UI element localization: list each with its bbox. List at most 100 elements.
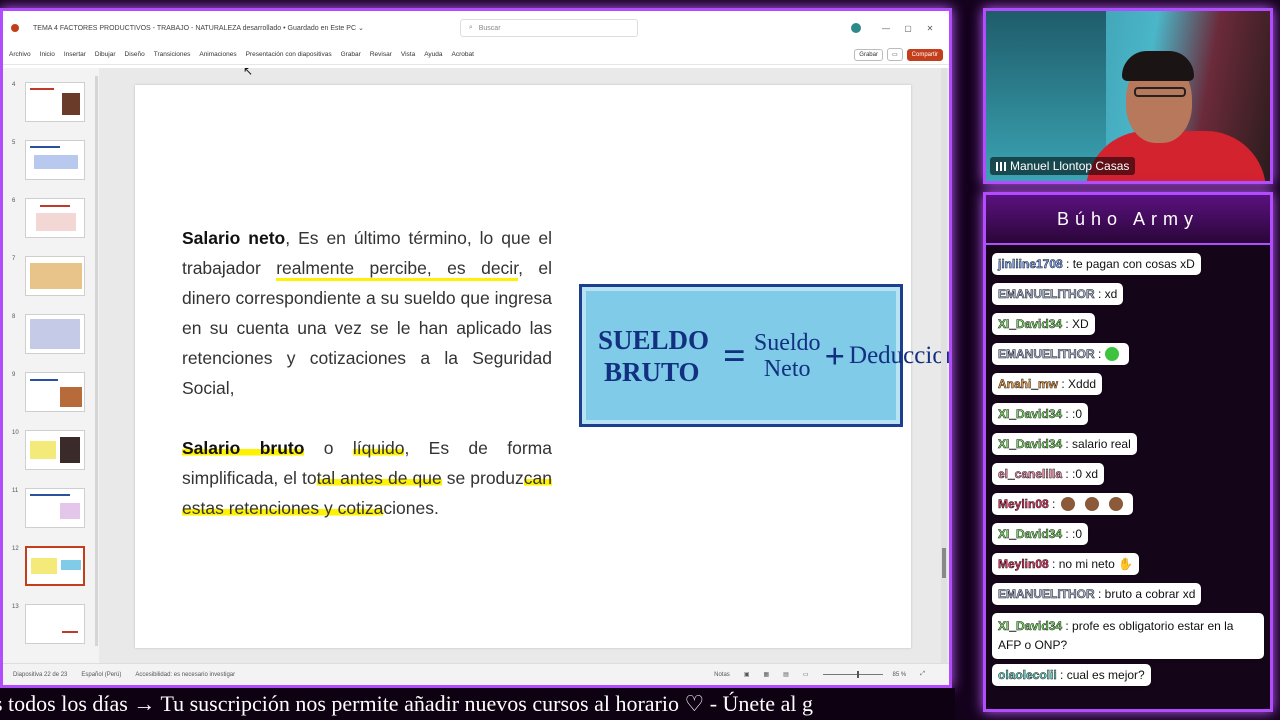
thumbnail-row[interactable]: 9 (9, 372, 89, 418)
chat-username: Meylin08 (998, 497, 1049, 512)
chat-text: : :0 xd (1062, 467, 1099, 481)
tab-ayuda[interactable]: Ayuda (424, 51, 442, 58)
chat-title: Búho Army (986, 195, 1270, 245)
slideshow-icon[interactable]: ▭ (803, 671, 809, 678)
current-slide[interactable]: Salario neto, Es en último término, lo q… (135, 85, 949, 648)
chat-text: : :0 (1062, 407, 1083, 421)
chat-text: : (1094, 347, 1102, 361)
chat-message: XI_David34 : :0 (992, 523, 1089, 545)
slide-thumbnails-pane: 4 5 6 7 8 9 10 11 12 13 (3, 68, 99, 663)
thumbnail-row[interactable]: 6 (9, 198, 89, 244)
thumbnail-row[interactable]: 11 (9, 488, 89, 534)
chat-message: olaolecolii : cual es mejor? (992, 664, 1151, 686)
presenter-name: Manuel Llontop Casas (1010, 159, 1130, 173)
tab-transiciones[interactable]: Transiciones (154, 51, 191, 58)
ticker-text: s todos los días → Tu suscripción nos pe… (0, 691, 813, 716)
highlighted-text: líquido (352, 438, 405, 458)
chat-message: XI_David34 : XD (992, 313, 1095, 335)
maximize-icon[interactable]: ▢ (897, 24, 919, 33)
tab-diseno[interactable]: Diseño (125, 51, 145, 58)
comments-icon[interactable]: ▭ (886, 48, 903, 61)
thumbnails-scrollbar[interactable] (95, 76, 98, 646)
tab-insertar[interactable]: Insertar (64, 51, 86, 58)
tab-vista[interactable]: Vista (401, 51, 415, 58)
tab-acrobat[interactable]: Acrobat (452, 51, 474, 58)
presenter-hair (1122, 51, 1194, 81)
thumbnail-row[interactable]: 4 (9, 82, 89, 128)
share-button[interactable]: Compartir (906, 48, 943, 61)
slide-thumbnail[interactable] (25, 198, 85, 238)
formula-middle-term: Sueldo Neto (754, 330, 821, 382)
formula-sueldo-mid: Sueldo (753, 329, 821, 356)
editor-scrollbar[interactable] (941, 68, 947, 663)
slide-counter: Diapositiva 22 de 23 (13, 671, 68, 678)
chat-message: EMANUELITHOR : bruto a cobrar xd (992, 583, 1202, 605)
reading-view-icon[interactable]: ▤ (783, 671, 789, 678)
search-box[interactable]: ⌕ Buscar (459, 19, 638, 37)
minimize-icon[interactable]: — (875, 24, 897, 33)
slide-sorter-icon[interactable]: ▦ (763, 671, 769, 678)
slide-thumbnail[interactable] (25, 372, 85, 412)
tab-inicio[interactable]: Inicio (40, 51, 55, 58)
thumbnail-number: 10 (12, 430, 19, 436)
slide-thumbnail[interactable] (25, 430, 85, 470)
account-avatar[interactable] (851, 23, 861, 33)
tab-dibujar[interactable]: Dibujar (95, 51, 116, 58)
tab-revisar[interactable]: Revisar (370, 51, 392, 58)
chat-text: : no mi neto (1048, 557, 1115, 571)
language-indicator[interactable]: Español (Perú) (81, 672, 121, 678)
tab-grabar[interactable]: Grabar (341, 51, 361, 58)
tab-animaciones[interactable]: Animaciones (199, 51, 236, 58)
record-button[interactable]: Grabar (854, 48, 883, 61)
fit-slide-icon[interactable]: ⤢ (920, 671, 925, 678)
slide-thumbnail[interactable] (25, 604, 85, 644)
tab-archivo[interactable]: Archivo (9, 51, 31, 58)
zoom-level[interactable]: 85 % (893, 672, 907, 678)
text-run: ciones. (383, 498, 439, 518)
slide-thumbnail-selected[interactable] (25, 546, 85, 586)
chat-message: jinliine1708 : te pagan con cosas xD (992, 253, 1201, 275)
chat-username: EMANUELITHOR (998, 587, 1095, 602)
powerpoint-window: TEMA 4 FACTORES PRODUCTIVOS - TRABAJO - … (0, 8, 952, 688)
screen: TEMA 4 FACTORES PRODUCTIVOS - TRABAJO - … (0, 0, 1280, 720)
chat-username: XI_David34 (998, 407, 1063, 422)
slide-thumbnail[interactable] (25, 256, 85, 296)
news-ticker: s todos los días → Tu suscripción nos pe… (0, 688, 955, 720)
thumbnail-row[interactable]: 13 (9, 604, 89, 650)
chat-username: XI_David34 (998, 619, 1063, 634)
search-icon: ⌕ (468, 24, 473, 31)
thumbnail-row[interactable]: 10 (9, 430, 89, 476)
thumbnail-number: 5 (12, 140, 16, 146)
chat-username: XI_David34 (998, 317, 1063, 332)
thumbnail-row[interactable]: 12 (9, 546, 89, 592)
slide-thumbnail[interactable] (25, 82, 85, 122)
scrollbar-thumb[interactable] (942, 548, 946, 578)
formula-plus: + (824, 335, 846, 376)
green-emoji-icon (1105, 347, 1120, 361)
notes-button[interactable]: Notas (714, 672, 730, 678)
chat-message: XI_David34 : profe es obligatorio estar … (992, 613, 1264, 659)
chat-username: el_canelilla (998, 467, 1063, 482)
formula-equals: = (723, 333, 746, 378)
formula-deducciones: Deducciones (849, 341, 949, 369)
zoom-slider[interactable] (822, 671, 883, 678)
normal-view-icon[interactable]: ▣ (744, 671, 750, 678)
cat-emoji-icon (1061, 497, 1076, 511)
thumbnail-row[interactable]: 7 (9, 256, 89, 302)
chat-text: : bruto a cobrar xd (1094, 587, 1196, 601)
thumbnail-row[interactable]: 5 (9, 140, 89, 186)
chat-message: EMANUELITHOR : xd (992, 283, 1124, 305)
slide-thumbnail[interactable] (25, 140, 85, 180)
tab-presentacion[interactable]: Presentación con diapositivas (246, 51, 332, 58)
slide-thumbnail[interactable] (25, 314, 85, 354)
status-bar: Diapositiva 22 de 23 Español (Perú) Acce… (3, 663, 949, 685)
document-title[interactable]: TEMA 4 FACTORES PRODUCTIVOS - TRABAJO - … (33, 24, 364, 32)
accessibility-status[interactable]: Accesibilidad: es necesario investigar (135, 672, 235, 678)
chat-username: Meylin08 (998, 557, 1049, 572)
thumbnail-number: 11 (12, 488, 19, 494)
slide-thumbnail[interactable] (25, 488, 85, 528)
thumbnail-row[interactable]: 8 (9, 314, 89, 360)
close-icon[interactable]: ✕ (919, 24, 941, 33)
chat-text: : xd (1094, 287, 1118, 301)
chat-username: XI_David34 (998, 527, 1063, 542)
